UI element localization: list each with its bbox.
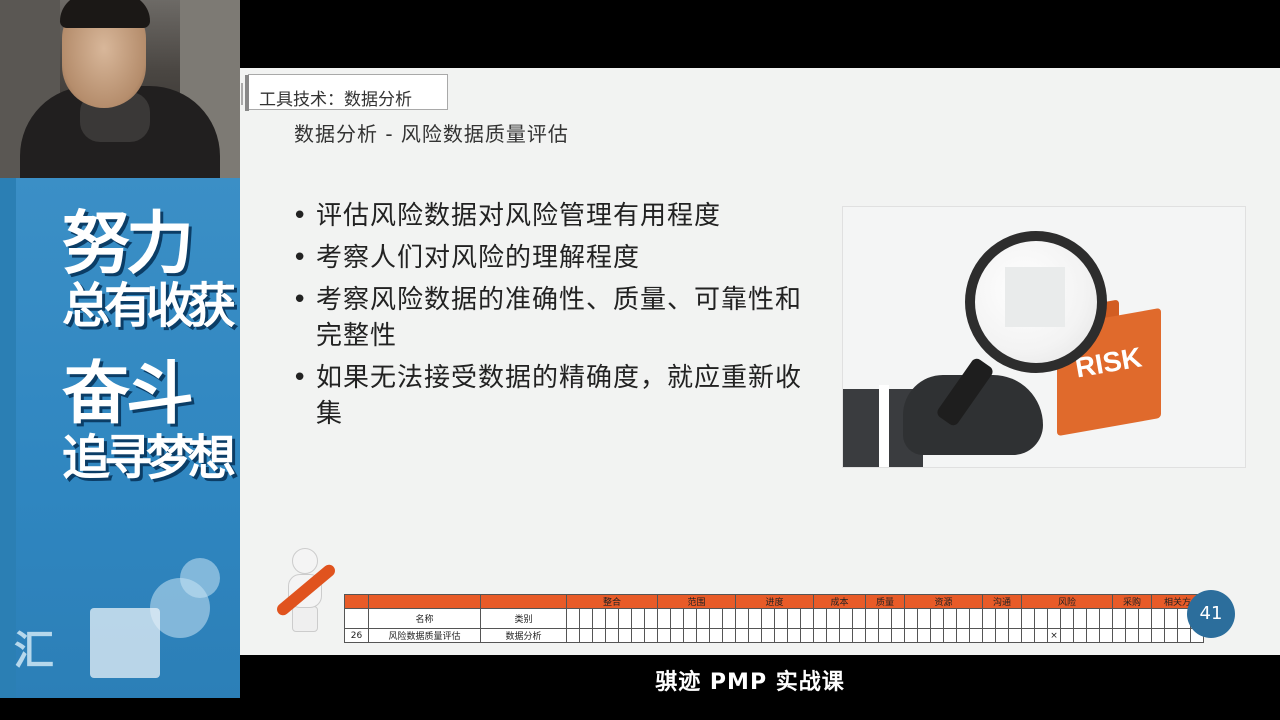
presentation-slide: 工具技术：数据分析 数据分析 - 风险数据质量评估 • 评估风险数据对风险管理有用… <box>240 68 1280 655</box>
bullet-dot-icon: • <box>292 243 309 273</box>
bullet-item: • 考察人们对风险的理解程度 <box>292 240 812 276</box>
top-letterbox <box>240 0 1280 68</box>
table-mark: × <box>1047 628 1061 643</box>
bullet-item: • 评估风险数据对风险管理有用程度 <box>292 198 812 234</box>
column-type-header: 类别 <box>480 608 567 629</box>
page-number-badge: 41 <box>1187 590 1235 638</box>
video-caption: 骐迹 PMP 实战课 <box>655 670 845 695</box>
risk-magnifier-image: RISK <box>842 206 1246 468</box>
column-name-header: 名称 <box>368 608 481 629</box>
bullet-list: • 评估风险数据对风险管理有用程度 • 考察人们对风险的理解程度 • 考察风险数据的准… <box>292 198 812 438</box>
slide-section-tab: 工具技术：数据分析 <box>241 74 448 111</box>
motivation-banner: 努力 总有收获 奋斗 追寻梦想 汇 <box>0 178 240 698</box>
group-header: 资源 <box>904 594 983 609</box>
row-type: 数据分析 <box>480 628 567 643</box>
group-header: 进度 <box>735 594 814 609</box>
slide-subtitle: 数据分析 - 风险数据质量评估 <box>294 122 569 146</box>
group-header: 质量 <box>865 594 905 609</box>
knowledge-area-table: 整合 范围 进度 成本 质量 资源 沟通 风险 采购 相关方 名称 类别 26 … <box>344 594 1204 643</box>
row-name: 风险数据质量评估 <box>368 628 481 643</box>
banner-line-4: 追寻梦想 <box>62 430 236 486</box>
row-index: 26 <box>344 628 369 643</box>
banner-line-2: 总有收获 <box>62 278 236 334</box>
group-header: 成本 <box>813 594 866 609</box>
bullet-dot-icon: • <box>292 201 309 231</box>
group-header: 风险 <box>1021 594 1113 609</box>
bullet-dot-icon: • <box>292 285 309 315</box>
bullet-item: • 如果无法接受数据的精确度，就应重新收集 <box>292 360 812 432</box>
group-header: 采购 <box>1112 594 1152 609</box>
webcam-video <box>0 0 240 178</box>
magnifier-icon <box>965 231 1107 373</box>
bullet-item: • 考察风险数据的准确性、质量、可靠性和完整性 <box>292 282 812 354</box>
group-header: 整合 <box>566 594 658 609</box>
group-header: 范围 <box>657 594 736 609</box>
bullet-dot-icon: • <box>292 363 309 393</box>
group-header: 沟通 <box>982 594 1022 609</box>
wrench-mascot-icon <box>266 544 346 634</box>
